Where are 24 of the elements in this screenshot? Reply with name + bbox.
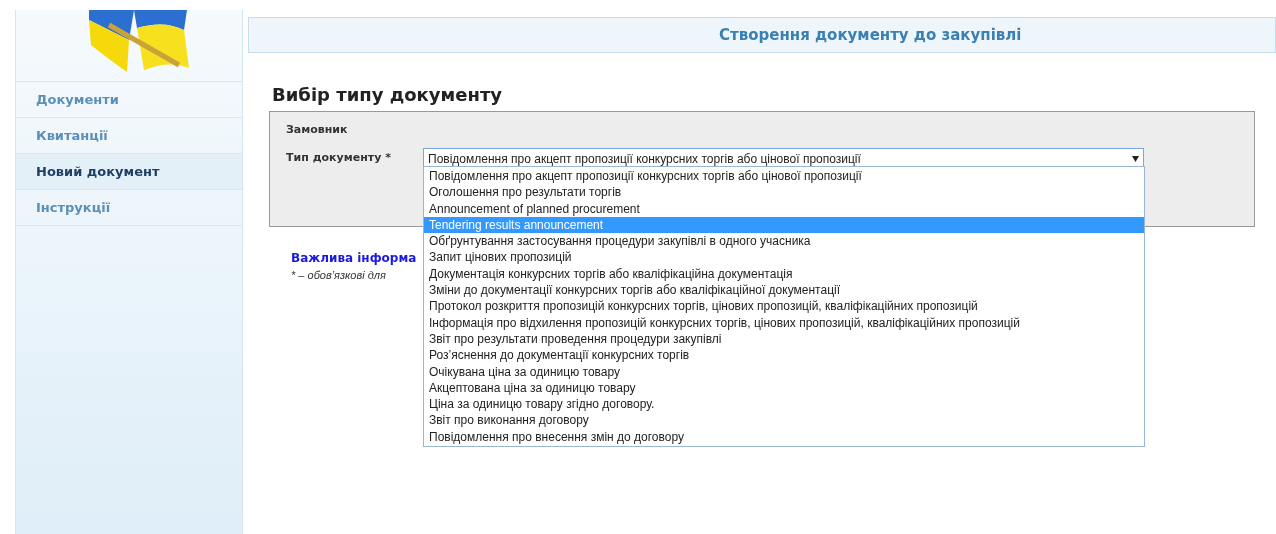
document-type-label: Тип документу * bbox=[286, 150, 392, 167]
page-header: Створення документу до закупівлі bbox=[248, 17, 1276, 53]
sidebar-item[interactable]: Новий документ bbox=[16, 153, 242, 189]
dropdown-option[interactable]: Очікувана ціна за одиницю товару bbox=[424, 363, 1144, 380]
dropdown-option[interactable]: Зміни до документації конкурсних торгів або кваліфікаційної документації bbox=[424, 282, 1144, 299]
caret-icon bbox=[1132, 155, 1139, 162]
dropdown-option[interactable]: Документація конкурсних торгів або кваліфікаційна документація bbox=[424, 265, 1144, 283]
dropdown-option[interactable]: Протокол розкриття пропозицій конкурсних торгів, цінових пропозицій, кваліфікаційних пропозицій bbox=[424, 298, 1144, 315]
dropdown-option[interactable]: Запит цінових пропозицій bbox=[424, 249, 1144, 266]
dropdown-option[interactable]: Звіт про результати проведення процедури закупівлі bbox=[424, 330, 1144, 348]
dropdown-option[interactable]: Ціна за одиницю товару згідно договору. bbox=[424, 396, 1144, 413]
customer-label: Замовник bbox=[286, 122, 349, 138]
dropdown-option[interactable]: Повідомлення про акцепт пропозиції конкурсних торгів або цінової пропозиції bbox=[424, 168, 1144, 185]
required-note: * – обов’язкові для bbox=[291, 268, 386, 283]
dropdown-option[interactable]: Акцептована ціна за одиницю товару bbox=[424, 379, 1144, 397]
dropdown-option[interactable]: Announcement of planned procurement bbox=[424, 200, 1144, 217]
dropdown-option[interactable]: Повідомлення про внесення змін до договору bbox=[424, 428, 1144, 446]
section-heading: Вибір типу документу bbox=[272, 83, 504, 107]
dropdown-option[interactable]: Обґрунтування застосування процедури закупівлі в одного учасника bbox=[424, 233, 1144, 250]
dropdown-option[interactable]: Оголошення про результати торгів bbox=[424, 184, 1144, 201]
dropdown-option[interactable]: Роз’яснення до документації конкурсних торгів bbox=[424, 347, 1144, 364]
important-info-link[interactable]: Важлива інформа bbox=[291, 249, 417, 267]
dropdown-option[interactable]: Інформація про відхилення пропозицій конкурсних торгів, цінових пропозицій, кваліфікаційних пропозицій bbox=[424, 314, 1144, 331]
dropdown-option[interactable]: Звіт про виконання договору bbox=[424, 412, 1144, 429]
